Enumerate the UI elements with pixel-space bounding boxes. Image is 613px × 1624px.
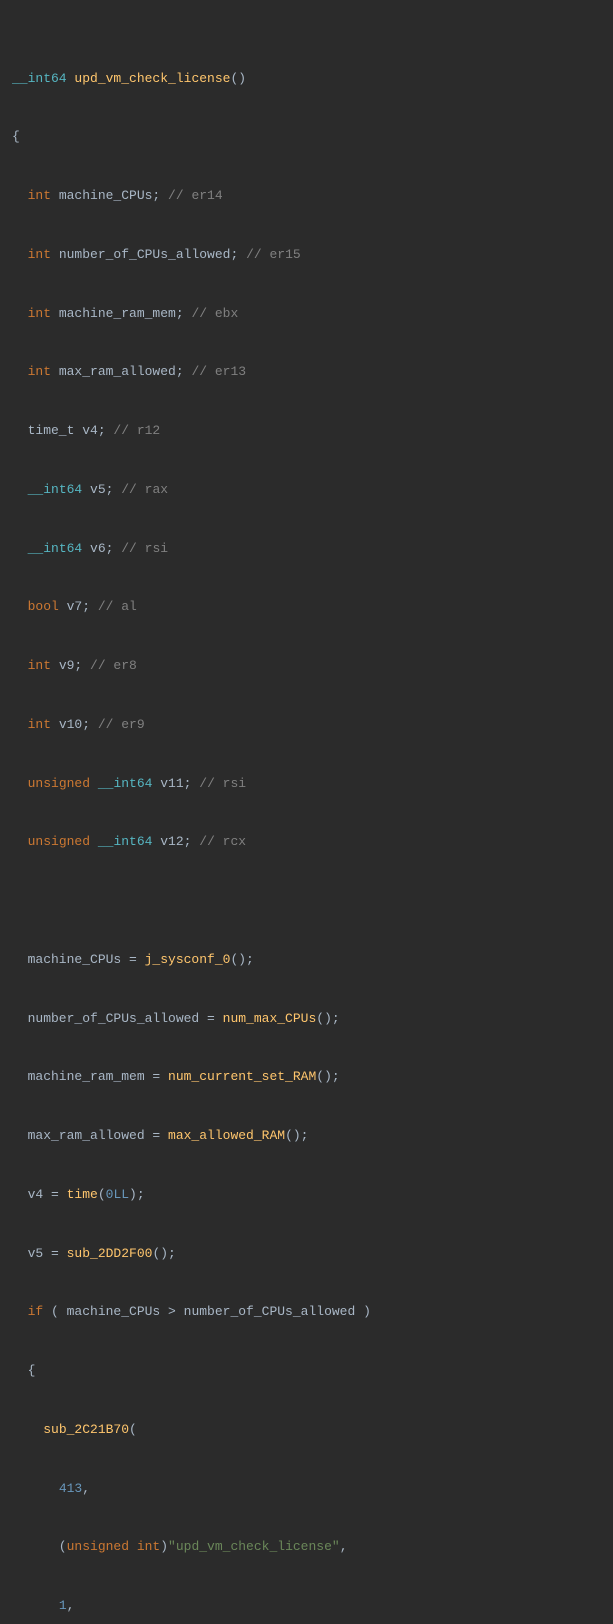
line-2: { (0, 127, 613, 147)
line-27: 1, (0, 1596, 613, 1616)
line-9: __int64 v6; // rsi (0, 539, 613, 559)
line-21: v5 = sub_2DD2F00(); (0, 1244, 613, 1264)
line-4: int number_of_CPUs_allowed; // er15 (0, 245, 613, 265)
line-19: max_ram_allowed = max_allowed_RAM(); (0, 1126, 613, 1146)
line-7: time_t v4; // r12 (0, 421, 613, 441)
line-23: { (0, 1361, 613, 1381)
line-25: 413, (0, 1479, 613, 1499)
line-17: number_of_CPUs_allowed = num_max_CPUs(); (0, 1009, 613, 1029)
line-18: machine_ram_mem = num_current_set_RAM(); (0, 1067, 613, 1087)
line-24: sub_2C21B70( (0, 1420, 613, 1440)
line-6: int max_ram_allowed; // er13 (0, 362, 613, 382)
line-16: machine_CPUs = j_sysconf_0(); (0, 950, 613, 970)
line-13: unsigned __int64 v11; // rsi (0, 774, 613, 794)
line-10: bool v7; // al (0, 597, 613, 617)
line-15 (0, 891, 613, 911)
line-14: unsigned __int64 v12; // rcx (0, 832, 613, 852)
line-8: __int64 v5; // rax (0, 480, 613, 500)
line-1: __int64 upd_vm_check_license() (0, 69, 613, 89)
line-12: int v10; // er9 (0, 715, 613, 735)
line-11: int v9; // er8 (0, 656, 613, 676)
line-26: (unsigned int)"upd_vm_check_license", (0, 1537, 613, 1557)
line-22: if ( machine_CPUs > number_of_CPUs_allow… (0, 1302, 613, 1322)
line-20: v4 = time(0LL); (0, 1185, 613, 1205)
line-3: int machine_CPUs; // er14 (0, 186, 613, 206)
code-view: __int64 upd_vm_check_license() { int mac… (0, 0, 613, 1624)
line-5: int machine_ram_mem; // ebx (0, 304, 613, 324)
